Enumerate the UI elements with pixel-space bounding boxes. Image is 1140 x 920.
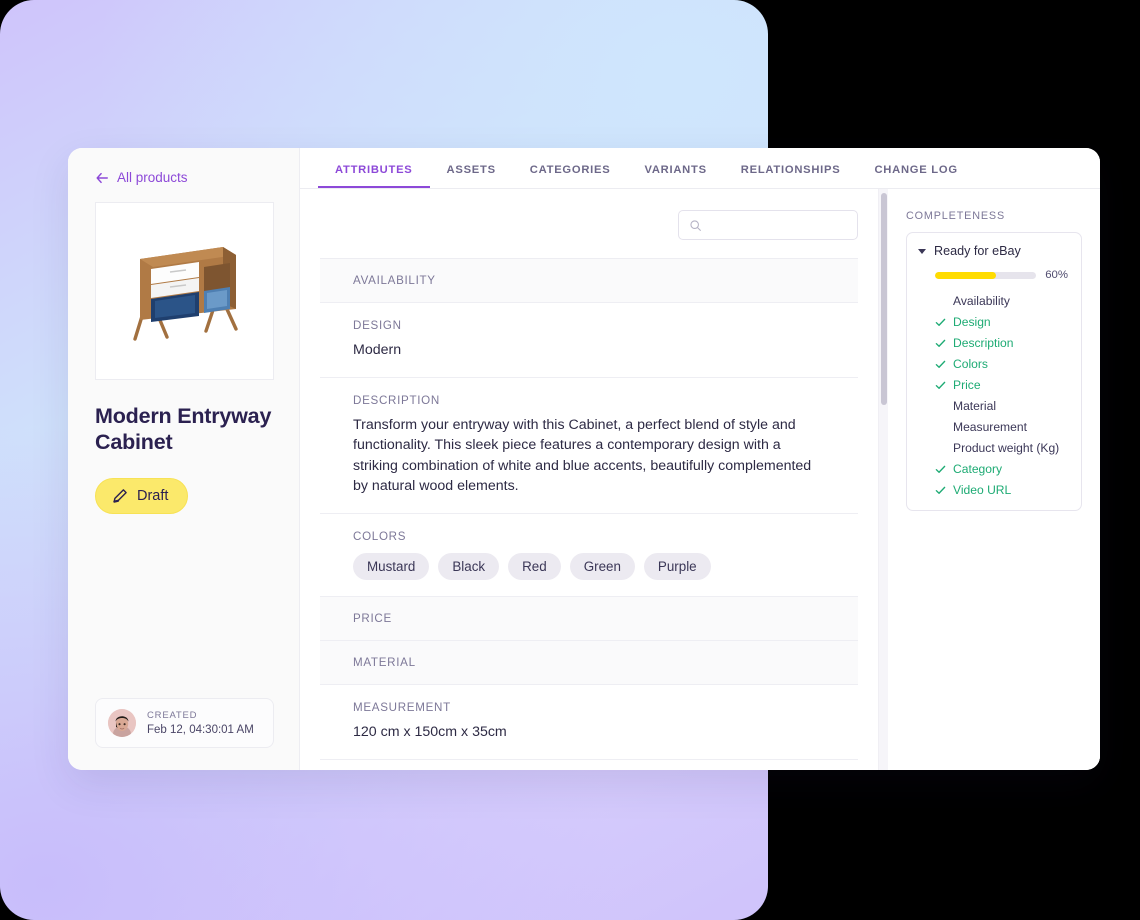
completeness-item-material: Material	[935, 399, 1068, 413]
attribute-label: AVAILABILITY	[353, 274, 436, 287]
product-detail-window: All products Modern Entryway Cabinet Dra…	[68, 148, 1100, 770]
attribute-row-availability[interactable]: AVAILABILITY	[320, 259, 858, 303]
cabinet-image	[132, 247, 238, 341]
completeness-item-label: Availability	[953, 294, 1010, 308]
back-link-label: All products	[117, 170, 188, 185]
attribute-label: MATERIAL	[353, 655, 416, 669]
back-to-all-products-link[interactable]: All products	[95, 170, 272, 185]
completeness-item-availability: Availability	[935, 294, 1068, 308]
product-thumbnail[interactable]	[95, 202, 274, 380]
progress-percent-label: 60%	[1045, 269, 1068, 281]
completeness-item-measurement: Measurement	[935, 420, 1068, 434]
completeness-title: COMPLETENESS	[906, 210, 1005, 222]
completeness-item-price: Price	[935, 378, 1068, 392]
attribute-label: MEASUREMENT	[353, 700, 451, 714]
attribute-row-material[interactable]: MATERIAL	[320, 640, 858, 685]
scrollbar-thumb[interactable]	[881, 193, 887, 405]
attributes-list: AVAILABILITY DESIGN Modern DESCRIPTION T…	[320, 258, 858, 760]
completeness-item-description: Description	[935, 336, 1068, 350]
status-badge-label: Draft	[137, 488, 169, 505]
completeness-item-label: Colors	[953, 357, 988, 371]
attribute-row-description[interactable]: DESCRIPTION Transform your entryway with…	[320, 378, 858, 514]
search-input[interactable]	[709, 218, 847, 232]
completeness-item-video-url: Video URL	[935, 483, 1068, 497]
completeness-panel: COMPLETENESS Ready for eBay 60% Availabi…	[888, 189, 1100, 770]
arrow-left-icon	[96, 172, 108, 183]
attribute-label: DESIGN	[353, 319, 402, 332]
completeness-item-label: Measurement	[953, 420, 1027, 434]
color-chip[interactable]: Mustard	[353, 552, 430, 580]
search-box[interactable]	[678, 210, 858, 240]
pencil-icon	[113, 489, 127, 504]
attribute-row-colors[interactable]: COLORS Mustard Black Red Green Purple	[320, 514, 858, 597]
product-sidebar: All products Modern Entryway Cabinet Dra…	[68, 148, 300, 770]
completeness-item-label: Product weight (Kg)	[953, 441, 1060, 455]
attribute-value: Modern	[353, 342, 402, 358]
completeness-item-product-weight: Product weight (Kg)	[935, 441, 1068, 455]
tab-bar: ATTRIBUTES ASSETS CATEGORIES VARIANTS RE…	[300, 148, 1100, 189]
screen-root: All products Modern Entryway Cabinet Dra…	[0, 0, 1140, 920]
tab-assets[interactable]: ASSETS	[430, 164, 513, 188]
completeness-item-label: Design	[953, 315, 991, 329]
completeness-group-label: Ready for eBay	[934, 244, 1021, 258]
avatar-image	[108, 709, 136, 737]
attribute-row-measurement[interactable]: MEASUREMENT 120 cm x 150cm x 35cm	[320, 685, 858, 760]
check-icon	[935, 465, 946, 473]
completeness-item-label: Material	[953, 399, 997, 413]
progress-fill	[935, 271, 996, 279]
attribute-label: COLORS	[353, 529, 407, 543]
page-title: Modern Entryway Cabinet	[95, 404, 272, 455]
color-chip[interactable]: Red	[508, 552, 561, 580]
attribute-label: DESCRIPTION	[353, 393, 440, 407]
created-info-card: CREATED Feb 12, 04:30:01 AM	[95, 698, 274, 748]
completeness-group-header[interactable]: Ready for eBay	[918, 244, 1068, 258]
completeness-progress: 60%	[935, 269, 1068, 281]
avatar	[108, 709, 136, 737]
search-icon	[690, 219, 701, 231]
check-icon	[935, 381, 946, 389]
color-chip[interactable]: Green	[569, 552, 635, 580]
attributes-scrollbar[interactable]	[878, 189, 888, 770]
tab-change-log[interactable]: CHANGE LOG	[857, 164, 974, 188]
completeness-item-category: Category	[935, 462, 1068, 476]
tab-relationships[interactable]: RELATIONSHIPS	[724, 164, 858, 188]
created-label: CREATED	[147, 710, 198, 721]
color-chip-list: Mustard Black Red Green Purple	[353, 552, 825, 580]
completeness-item-label: Description	[953, 336, 1014, 350]
completeness-item-colors: Colors	[935, 357, 1068, 371]
created-timestamp: Feb 12, 04:30:01 AM	[147, 724, 254, 736]
attribute-value: 120 cm x 150cm x 35cm	[353, 723, 507, 740]
attribute-row-price[interactable]: PRICE	[320, 596, 858, 641]
attribute-label: PRICE	[353, 611, 392, 625]
caret-down-icon	[918, 248, 926, 254]
check-icon	[935, 360, 946, 368]
completeness-card: Ready for eBay 60% Availability Design D…	[906, 232, 1082, 511]
attributes-pane: AVAILABILITY DESIGN Modern DESCRIPTION T…	[300, 189, 878, 770]
completeness-item-list: Availability Design Description Colors P…	[935, 294, 1068, 497]
check-icon	[935, 318, 946, 326]
color-chip[interactable]: Black	[438, 552, 500, 580]
tab-variants[interactable]: VARIANTS	[627, 164, 723, 188]
attribute-value: Transform your entryway with this Cabine…	[353, 416, 812, 495]
completeness-item-design: Design	[935, 315, 1068, 329]
completeness-item-label: Video URL	[953, 483, 1012, 497]
attribute-row-design[interactable]: DESIGN Modern	[320, 303, 858, 378]
tab-attributes[interactable]: ATTRIBUTES	[318, 164, 430, 188]
check-icon	[935, 486, 946, 494]
color-chip[interactable]: Purple	[643, 552, 711, 580]
completeness-item-label: Price	[953, 378, 981, 392]
status-badge-draft[interactable]: Draft	[95, 478, 189, 515]
completeness-item-label: Category	[953, 462, 1003, 476]
tab-categories[interactable]: CATEGORIES	[513, 164, 628, 188]
main-panel: ATTRIBUTES ASSETS CATEGORIES VARIANTS RE…	[300, 148, 1100, 770]
check-icon	[935, 339, 946, 347]
main-body: AVAILABILITY DESIGN Modern DESCRIPTION T…	[300, 189, 1100, 770]
search-row	[320, 210, 858, 240]
progress-track	[935, 271, 1037, 279]
